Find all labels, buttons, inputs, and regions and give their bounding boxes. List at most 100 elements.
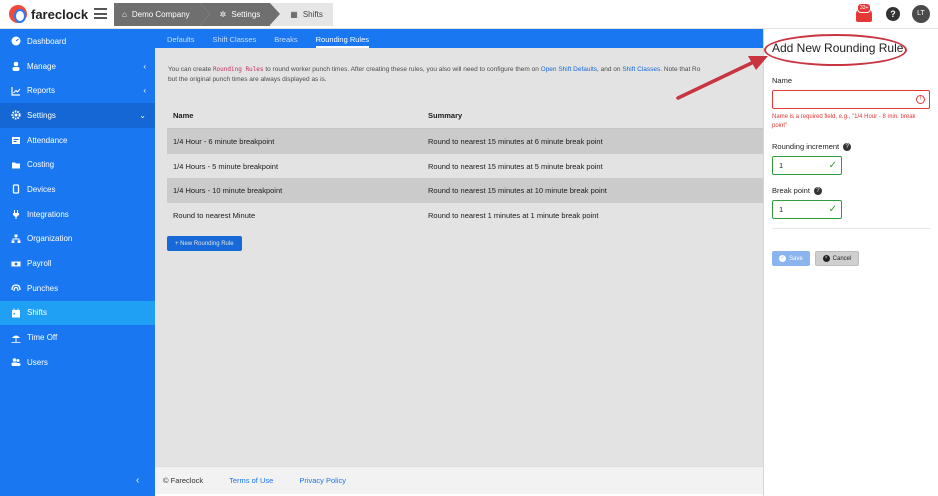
sidebar-item-devices[interactable]: Devices — [0, 177, 155, 202]
rounding-increment-field[interactable]: 1 ✓ — [772, 156, 842, 175]
sidebar-item-label: Integrations — [27, 209, 69, 219]
question-icon[interactable]: ? — [813, 187, 822, 196]
sidebar-item-label: Organization — [27, 234, 73, 244]
rounding-increment-label-text: Rounding increment — [772, 142, 840, 151]
add-rounding-rule-panel: Add New Rounding Rule Name ! Name is a r… — [763, 29, 938, 496]
footer-copyright: © Fareclock — [163, 476, 204, 485]
sidebar-item-organization[interactable]: Organization — [0, 227, 155, 252]
notifications-button[interactable]: 33+ — [856, 3, 874, 23]
tab-rounding-rules[interactable]: Rounding Rules — [315, 35, 370, 48]
sidebar-item-label: Reports — [27, 86, 56, 96]
avatar[interactable]: LT — [912, 5, 930, 23]
sidebar-item-label: Time Off — [27, 333, 58, 343]
folder-icon — [11, 160, 21, 170]
rounding-increment-label: Rounding increment? — [772, 142, 852, 152]
check-circle-icon: ✓ — [779, 255, 787, 262]
brand-name: fareclock — [31, 6, 89, 22]
sidebar-item-label: Costing — [27, 160, 55, 170]
sidebar: Dashboard Manage ‹ Reports ‹ Settings ⌄ … — [0, 29, 155, 496]
attendance-icon — [11, 135, 21, 145]
terms-of-use-link[interactable]: Terms of Use — [229, 476, 273, 485]
sidebar-item-label: Users — [27, 357, 48, 367]
sidebar-item-label: Manage — [27, 61, 56, 71]
footer: © Fareclock Terms of Use Privacy Policy — [155, 466, 763, 494]
sidebar-item-integrations[interactable]: Integrations — [0, 202, 155, 227]
divider — [772, 228, 930, 229]
sidebar-item-reports[interactable]: Reports ‹ — [0, 78, 155, 103]
calendar-icon — [11, 308, 21, 318]
person-icon — [11, 61, 21, 72]
panel-title: Add New Rounding Rule — [772, 41, 904, 55]
sidebar-item-attendance[interactable]: Attendance — [0, 128, 155, 153]
sidebar-item-payroll[interactable]: Payroll — [0, 251, 155, 276]
save-button[interactable]: ✓ Save — [772, 251, 810, 266]
tab-shift-classes[interactable]: Shift Classes — [213, 35, 257, 48]
rounding-increment-value: 1 — [779, 161, 784, 170]
chevron-down-icon: ⌄ — [139, 110, 146, 120]
annotation-arrow-icon — [676, 56, 768, 100]
sidebar-item-costing[interactable]: Costing — [0, 152, 155, 177]
money-icon — [11, 259, 21, 269]
help-icon[interactable]: ? — [886, 7, 900, 21]
close-circle-icon: × — [822, 255, 830, 262]
breadcrumb: ⌂ Demo Company ✲ Settings ▦ Shifts — [114, 3, 333, 26]
cancel-button[interactable]: × Cancel — [815, 251, 859, 266]
plug-icon — [11, 209, 21, 220]
brand[interactable]: fareclock — [9, 5, 88, 23]
tab-breaks[interactable]: Breaks — [274, 35, 297, 48]
sidebar-item-label: Attendance — [27, 135, 68, 145]
tab-defaults[interactable]: Defaults — [167, 35, 195, 48]
sidebar-item-label: Settings — [27, 110, 56, 120]
sidebar-nav: Dashboard Manage ‹ Reports ‹ Settings ⌄ … — [0, 29, 155, 375]
gear-icon — [11, 110, 21, 121]
privacy-policy-link[interactable]: Privacy Policy — [299, 476, 346, 485]
home-icon: ⌂ — [122, 10, 127, 19]
sitemap-icon — [11, 234, 21, 244]
break-point-field[interactable]: 1 ✓ — [772, 200, 842, 219]
sidebar-collapse-button[interactable]: ‹ — [136, 475, 139, 486]
break-point-label: Break point? — [772, 186, 822, 196]
breadcrumb-settings-label: Settings — [231, 10, 261, 19]
chevron-left-icon: ‹ — [143, 61, 146, 71]
umbrella-icon — [11, 333, 21, 343]
sidebar-item-punches[interactable]: Punches — [0, 276, 155, 301]
users-icon — [11, 357, 21, 367]
sidebar-item-label: Dashboard — [27, 36, 67, 46]
top-right-actions: 33+ ? LT — [856, 3, 930, 23]
question-icon[interactable]: ? — [843, 143, 852, 152]
sidebar-item-time-off[interactable]: Time Off — [0, 325, 155, 350]
sidebar-item-label: Shifts — [27, 308, 48, 318]
dashboard-icon — [11, 36, 21, 46]
device-icon — [11, 184, 21, 195]
app-root: fareclock ⌂ Demo Company ✲ Settings ▦ Sh… — [0, 0, 938, 496]
modal-backdrop[interactable] — [155, 48, 763, 466]
name-field[interactable]: ! — [772, 90, 930, 109]
calendar-icon: ▦ — [290, 10, 298, 19]
breadcrumb-settings[interactable]: ✲ Settings — [199, 3, 280, 26]
fingerprint-icon — [11, 283, 21, 293]
sidebar-item-users[interactable]: Users — [0, 350, 155, 375]
sidebar-item-shifts[interactable]: Shifts — [0, 300, 155, 326]
break-point-value: 1 — [779, 205, 784, 214]
menu-toggle-icon[interactable] — [94, 8, 107, 19]
save-button-label: Save — [789, 255, 803, 262]
gear-icon: ✲ — [219, 10, 227, 19]
sidebar-item-settings[interactable]: Settings ⌄ — [0, 103, 155, 128]
sidebar-item-manage[interactable]: Manage ‹ — [0, 54, 155, 79]
chart-icon — [11, 86, 21, 96]
name-error-message: Name is a required field, e.g., "1/4 Hou… — [772, 114, 916, 129]
breadcrumb-company[interactable]: ⌂ Demo Company — [114, 3, 210, 26]
break-point-label-text: Break point — [772, 186, 810, 195]
notification-count: 33+ — [857, 3, 872, 13]
breadcrumb-company-label: Demo Company — [131, 10, 190, 19]
tab-bar: Defaults Shift Classes Breaks Rounding R… — [155, 29, 763, 48]
sidebar-item-label: Devices — [27, 184, 56, 194]
sidebar-item-dashboard[interactable]: Dashboard — [0, 29, 155, 54]
chevron-left-icon: ‹ — [143, 86, 146, 96]
breadcrumb-shifts-label: Shifts — [302, 10, 323, 19]
fareclock-logo-icon — [9, 5, 27, 23]
sidebar-item-label: Punches — [27, 283, 59, 293]
top-bar: fareclock ⌂ Demo Company ✲ Settings ▦ Sh… — [0, 0, 938, 29]
cancel-button-label: Cancel — [832, 255, 852, 262]
check-icon: ✓ — [828, 204, 837, 215]
